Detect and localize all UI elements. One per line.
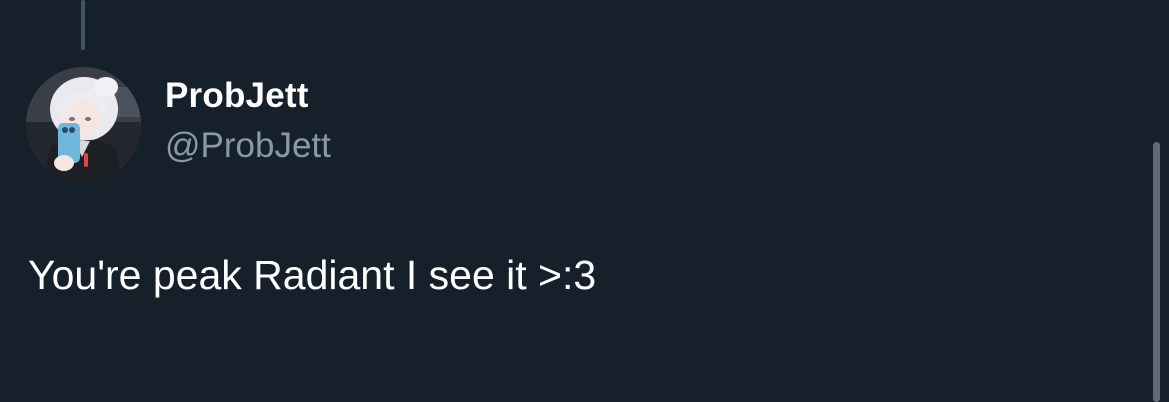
author-display-name[interactable]: ProbJett — [165, 74, 331, 118]
author-avatar[interactable] — [26, 67, 141, 182]
scrollbar-thumb[interactable] — [1153, 142, 1160, 402]
tweet-text: You're peak Radiant I see it >:3 — [28, 252, 597, 298]
thread-connector-line — [81, 0, 85, 50]
author-handle[interactable]: @ProbJett — [165, 124, 331, 168]
avatar-image — [26, 67, 141, 182]
tweet-author[interactable]: ProbJett @ProbJett — [165, 74, 331, 168]
